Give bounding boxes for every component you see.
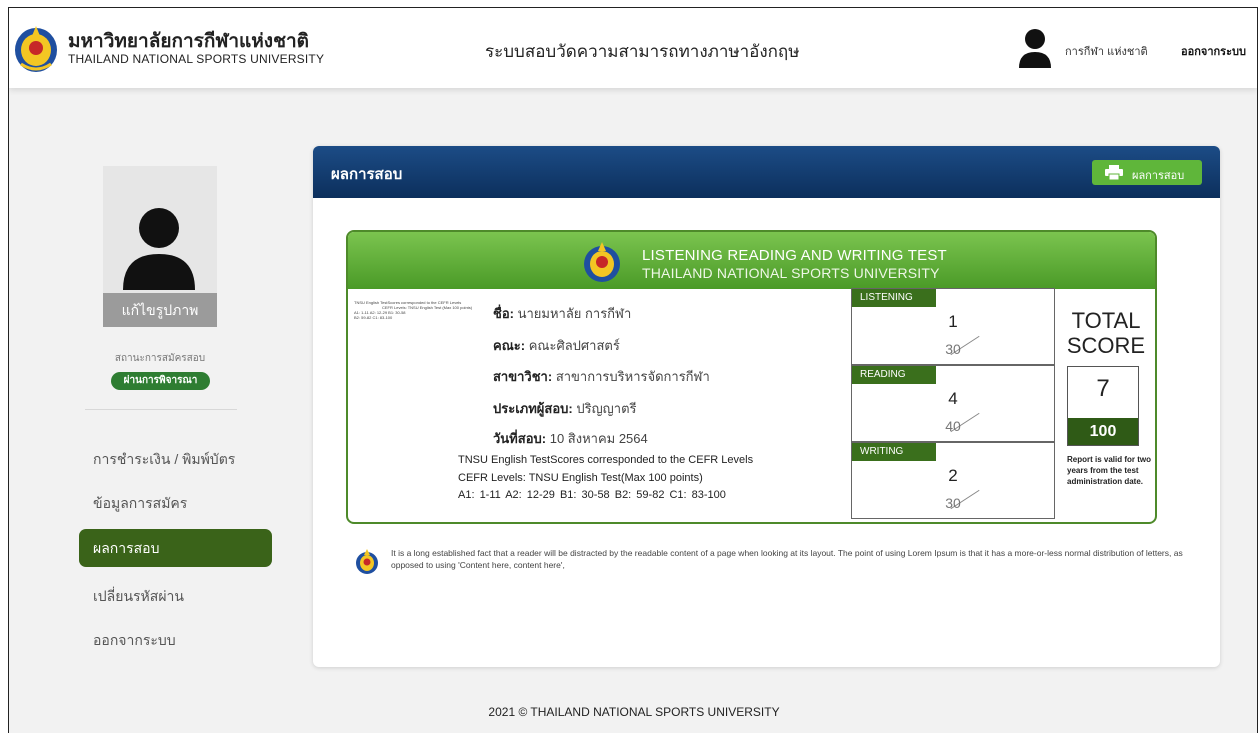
- logout-link[interactable]: ออกจากระบบ: [1181, 42, 1246, 60]
- writing-score-box: WRITING 2 30: [851, 442, 1055, 519]
- section-max: 30: [945, 495, 961, 511]
- report-title: LISTENING READING AND WRITING TEST: [642, 247, 947, 264]
- user-name[interactable]: การกีฬา แห่งชาติ: [1065, 42, 1148, 60]
- print-results-button[interactable]: ผลการสอบ: [1092, 160, 1202, 185]
- listening-score-box: LISTENING 1 30: [851, 288, 1055, 365]
- sidebar-item-logout[interactable]: ออกจากระบบ: [79, 621, 272, 659]
- section-max: 30: [945, 341, 961, 357]
- avatar-icon: [123, 208, 195, 290]
- printer-icon: [1105, 165, 1123, 180]
- sidebar-item-exam-results[interactable]: ผลการสอบ: [79, 529, 272, 567]
- total-score-label: TOTAL SCORE: [1066, 308, 1146, 358]
- cefr-thumbnail: TNSU English TestScores corresponded to …: [354, 300, 484, 350]
- footer-copyright: 2021 © THAILAND NATIONAL SPORTS UNIVERSI…: [488, 705, 780, 719]
- sidebar-divider: [85, 409, 237, 410]
- field-label: วันที่สอบ:: [493, 431, 547, 446]
- total-score-max: 100: [1068, 418, 1138, 445]
- field-major: สาขาวิชา: สาขาการบริหารจัดการกีฬา: [493, 366, 710, 387]
- field-faculty: คณะ: คณะศิลปศาสตร์: [493, 335, 620, 356]
- report-header: LISTENING READING AND WRITING TEST THAIL…: [348, 232, 1155, 289]
- field-examinee-type: ประเภทผู้สอบ: ปริญญาตรี: [493, 398, 637, 419]
- card-header: ผลการสอบ ผลการสอบ: [313, 146, 1220, 198]
- cefr-line-1: TNSU English TestScores corresponded to …: [458, 454, 754, 466]
- field-exam-date: วันที่สอบ: 10 สิงหาคม 2564: [493, 428, 648, 449]
- field-value: 10 สิงหาคม 2564: [549, 431, 648, 446]
- results-card: ผลการสอบ ผลการสอบ LISTENING READING AND: [313, 146, 1220, 667]
- report-subtitle: THAILAND NATIONAL SPORTS UNIVERSITY: [642, 265, 940, 281]
- field-name: ชื่อ: นายมหาลัย การกีฬา: [493, 303, 631, 324]
- page-title: ผลการสอบ: [331, 166, 403, 183]
- section-score: 2: [948, 466, 958, 485]
- sidebar-item-payment[interactable]: การชำระเงิน / พิมพ์บัตร: [79, 440, 272, 478]
- total-score-box: 7 100: [1067, 366, 1139, 446]
- university-logo-icon: [584, 242, 620, 282]
- cefr-line-2: CEFR Levels: TNSU English Test(Max 100 p…: [458, 472, 703, 484]
- app-frame: มหาวิทยาลัยการกีฬาแห่งชาติ THAILAND NATI…: [8, 7, 1258, 733]
- reading-score-box: READING 4 40: [851, 365, 1055, 442]
- status-badge: ผ่านการพิจารณา: [111, 372, 210, 390]
- sidebar-item-change-password[interactable]: เปลี่ยนรหัสผ่าน: [79, 577, 272, 615]
- field-label: คณะ:: [493, 338, 526, 353]
- total-score-value: 7: [1096, 375, 1110, 402]
- section-tag: LISTENING: [852, 289, 936, 307]
- university-name-en: THAILAND NATIONAL SPORTS UNIVERSITY: [68, 52, 325, 66]
- section-score: 1: [948, 312, 958, 331]
- sidebar-item-application-info[interactable]: ข้อมูลการสมัคร: [79, 484, 272, 522]
- user-icon[interactable]: [1018, 28, 1052, 68]
- field-label: ประเภทผู้สอบ:: [493, 401, 573, 416]
- thumbnail-line: B2: 59-82 C1: 83-100: [354, 315, 393, 320]
- field-value: นายมหาลัย การกีฬา: [517, 306, 632, 321]
- application-status-label: สถานะการสมัครสอบ: [114, 353, 206, 364]
- field-label: ชื่อ:: [493, 306, 514, 321]
- field-label: สาขาวิชา:: [493, 369, 553, 384]
- university-logo-small-icon: [356, 549, 378, 574]
- section-tag: READING: [852, 366, 936, 384]
- system-title: ระบบสอบวัดความสามารถทางภาษาอังกฤษ: [485, 42, 800, 61]
- disclaimer-text: It is a long established fact that a rea…: [391, 548, 1183, 570]
- print-button-label: ผลการสอบ: [1132, 170, 1185, 182]
- section-score: 4: [948, 389, 958, 408]
- university-logo: [15, 26, 57, 72]
- score-report: LISTENING READING AND WRITING TEST THAIL…: [346, 230, 1157, 524]
- field-value: คณะศิลปศาสตร์: [528, 338, 620, 353]
- section-tag: WRITING: [852, 443, 936, 461]
- section-max: 40: [945, 418, 961, 434]
- profile-photo: แก้ไขรูปภาพ: [103, 166, 217, 327]
- field-value: สาขาการบริหารจัดการกีฬา: [555, 369, 710, 384]
- field-value: ปริญญาตรี: [576, 401, 637, 416]
- edit-photo-button[interactable]: แก้ไขรูปภาพ: [103, 293, 217, 327]
- validity-note: Report is valid for two years from the t…: [1067, 455, 1152, 486]
- top-navbar: มหาวิทยาลัยการกีฬาแห่งชาติ THAILAND NATI…: [9, 8, 1257, 88]
- cefr-levels: A1: 1-11 A2: 12-29 B1: 30-58 B2: 59-82 C…: [458, 489, 726, 501]
